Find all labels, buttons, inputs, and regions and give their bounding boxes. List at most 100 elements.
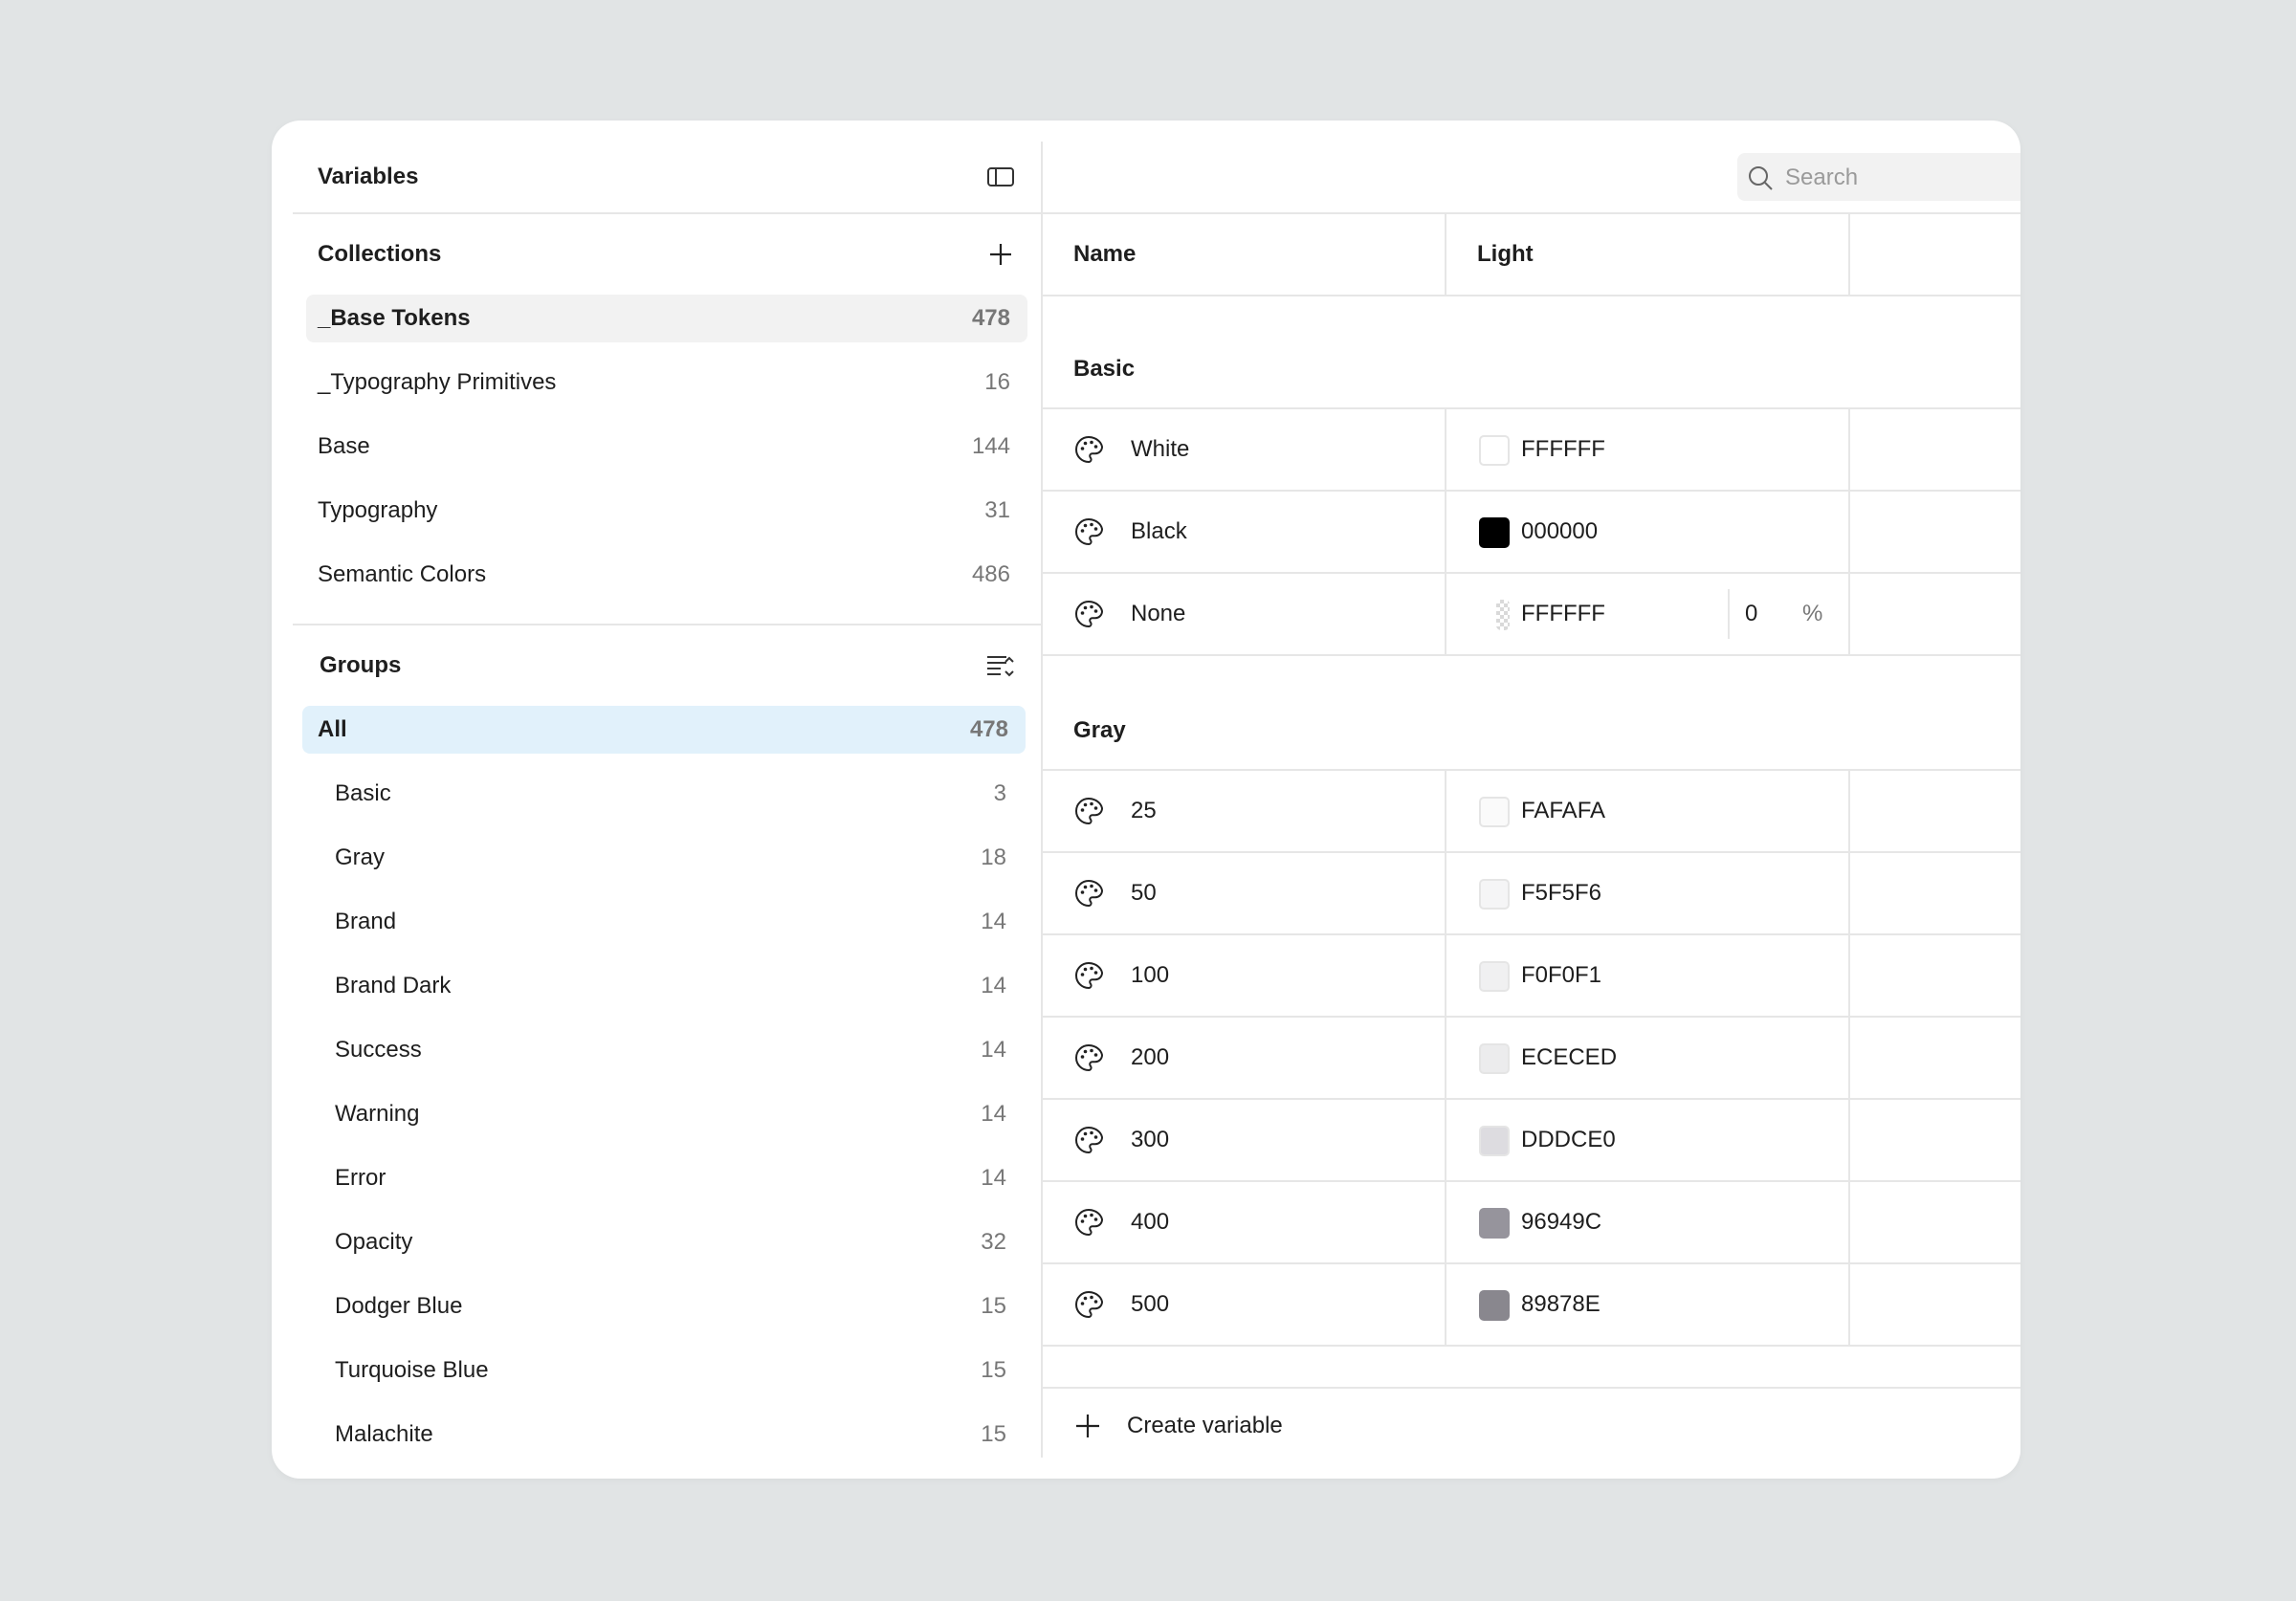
group-item[interactable]: Gray 18 xyxy=(302,834,1026,882)
column-divider xyxy=(1445,935,1446,1016)
groups-list: All 478 Basic 3 Gray 18 Brand 14 Brand D… xyxy=(293,706,1041,1458)
collection-item[interactable]: Semantic Colors 486 xyxy=(306,551,1027,599)
column-divider xyxy=(1848,935,1850,1016)
group-label: Turquoise Blue xyxy=(335,1357,489,1383)
group-item[interactable]: Warning 14 xyxy=(302,1090,1026,1138)
color-palette-icon xyxy=(1073,1289,1104,1320)
color-value[interactable]: FFFFFF xyxy=(1521,409,1605,490)
color-value[interactable]: DDDCE0 xyxy=(1521,1100,1616,1180)
groups-heading: Groups xyxy=(320,652,402,678)
column-divider xyxy=(1848,1264,1850,1345)
color-value[interactable]: ECECED xyxy=(1521,1018,1617,1098)
collection-count: 31 xyxy=(984,497,1010,523)
group-item-all[interactable]: All 478 xyxy=(302,706,1026,754)
collections-list: _Base Tokens 478 _Typography Primitives … xyxy=(293,295,1041,599)
collection-item[interactable]: _Base Tokens 478 xyxy=(306,295,1027,342)
variable-name[interactable]: 25 xyxy=(1131,771,1157,851)
group-item[interactable]: Error 14 xyxy=(302,1154,1026,1202)
collapse-groups-icon[interactable] xyxy=(985,650,1016,681)
group-item[interactable]: Brand 14 xyxy=(302,898,1026,946)
color-swatch[interactable] xyxy=(1479,1208,1510,1239)
variable-row[interactable]: 500 89878E xyxy=(1043,1264,2020,1347)
variable-group-header: Gray xyxy=(1043,656,2020,771)
color-swatch[interactable] xyxy=(1479,1290,1510,1321)
color-swatch[interactable] xyxy=(1479,435,1510,466)
color-value[interactable]: 000000 xyxy=(1521,492,1598,572)
opacity-separator xyxy=(1728,589,1730,639)
color-swatch[interactable] xyxy=(1479,879,1510,910)
color-swatch[interactable] xyxy=(1496,600,1510,630)
color-swatch[interactable] xyxy=(1479,1126,1510,1156)
search-input[interactable] xyxy=(1783,153,2020,203)
create-variable-button[interactable]: Create variable xyxy=(1043,1387,2020,1458)
color-palette-icon xyxy=(1073,878,1104,909)
table-header: Name Light xyxy=(1043,214,2020,296)
column-divider xyxy=(1445,214,1446,295)
color-swatch[interactable] xyxy=(1479,1043,1510,1074)
collection-label: Semantic Colors xyxy=(318,561,487,587)
sidebar-toggle-icon[interactable] xyxy=(985,162,1016,192)
group-count: 14 xyxy=(981,909,1006,934)
variable-row[interactable]: None FFFFFF 0% xyxy=(1043,574,2020,656)
variable-row[interactable]: 50 F5F5F6 xyxy=(1043,853,2020,935)
group-item[interactable]: Brand Dark 14 xyxy=(302,962,1026,1010)
variables-table-area: Name Light Basic White FFFFFF Black 000000 No… xyxy=(1043,142,2020,1458)
group-label: Brand xyxy=(335,909,397,934)
column-divider xyxy=(1848,574,1850,654)
group-item[interactable]: Basic 3 xyxy=(302,770,1026,818)
column-header-name[interactable]: Name xyxy=(1073,214,1136,295)
group-item[interactable]: Malachite 15 xyxy=(302,1411,1026,1458)
group-count: 14 xyxy=(981,1165,1006,1191)
collection-item[interactable]: Typography 31 xyxy=(306,487,1027,535)
opacity-value[interactable]: 0 xyxy=(1745,574,1757,654)
variable-name[interactable]: None xyxy=(1131,574,1185,654)
collection-count: 16 xyxy=(984,369,1010,395)
variable-name[interactable]: 200 xyxy=(1131,1018,1169,1098)
variables-dialog: Variables Collections _Base Tokens 478 _… xyxy=(272,121,2020,1479)
group-item[interactable]: Turquoise Blue 15 xyxy=(302,1347,1026,1394)
column-divider xyxy=(1848,771,1850,851)
color-swatch[interactable] xyxy=(1479,797,1510,827)
variable-row[interactable]: 300 DDDCE0 xyxy=(1043,1100,2020,1182)
column-divider xyxy=(1848,853,1850,933)
variable-name[interactable]: Black xyxy=(1131,492,1187,572)
column-divider xyxy=(1848,492,1850,572)
variable-name[interactable]: 50 xyxy=(1131,853,1157,933)
search-box xyxy=(1737,153,2020,203)
variable-name[interactable]: 100 xyxy=(1131,935,1169,1016)
variable-name[interactable]: 400 xyxy=(1131,1182,1169,1262)
color-value[interactable]: F0F0F1 xyxy=(1521,935,1601,1016)
color-value[interactable]: FFFFFF xyxy=(1521,574,1605,654)
column-header-mode[interactable]: Light xyxy=(1477,214,1534,295)
color-swatch[interactable] xyxy=(1479,961,1510,992)
collection-item[interactable]: _Typography Primitives 16 xyxy=(306,359,1027,406)
variable-row[interactable]: 25 FAFAFA xyxy=(1043,771,2020,853)
variable-name[interactable]: White xyxy=(1131,409,1189,490)
variable-row[interactable]: 200 ECECED xyxy=(1043,1018,2020,1100)
color-swatch[interactable] xyxy=(1479,517,1510,548)
variable-name[interactable]: 500 xyxy=(1131,1264,1169,1345)
variable-group-header: Basic xyxy=(1043,295,2020,409)
column-divider xyxy=(1848,1018,1850,1098)
variable-row[interactable]: 400 96949C xyxy=(1043,1182,2020,1264)
color-value[interactable]: FAFAFA xyxy=(1521,771,1605,851)
color-value[interactable]: 96949C xyxy=(1521,1182,1601,1262)
variable-group-title: Basic xyxy=(1073,356,1136,382)
collection-count: 486 xyxy=(971,561,1010,587)
color-palette-icon xyxy=(1073,516,1104,547)
variable-name[interactable]: 300 xyxy=(1131,1100,1169,1180)
collection-item[interactable]: Base 144 xyxy=(306,423,1027,471)
add-collection-icon[interactable] xyxy=(985,239,1016,270)
group-item[interactable]: Success 14 xyxy=(302,1026,1026,1074)
color-value[interactable]: F5F5F6 xyxy=(1521,853,1601,933)
group-item[interactable]: Opacity 32 xyxy=(302,1218,1026,1266)
column-divider xyxy=(1445,409,1446,490)
variable-row[interactable]: White FFFFFF xyxy=(1043,409,2020,492)
group-count: 18 xyxy=(981,844,1006,870)
color-value[interactable]: 89878E xyxy=(1521,1264,1601,1345)
color-palette-icon xyxy=(1073,434,1104,465)
variable-row[interactable]: Black 000000 xyxy=(1043,492,2020,574)
column-divider xyxy=(1848,214,1850,295)
variable-row[interactable]: 100 F0F0F1 xyxy=(1043,935,2020,1018)
group-item[interactable]: Dodger Blue 15 xyxy=(302,1283,1026,1330)
